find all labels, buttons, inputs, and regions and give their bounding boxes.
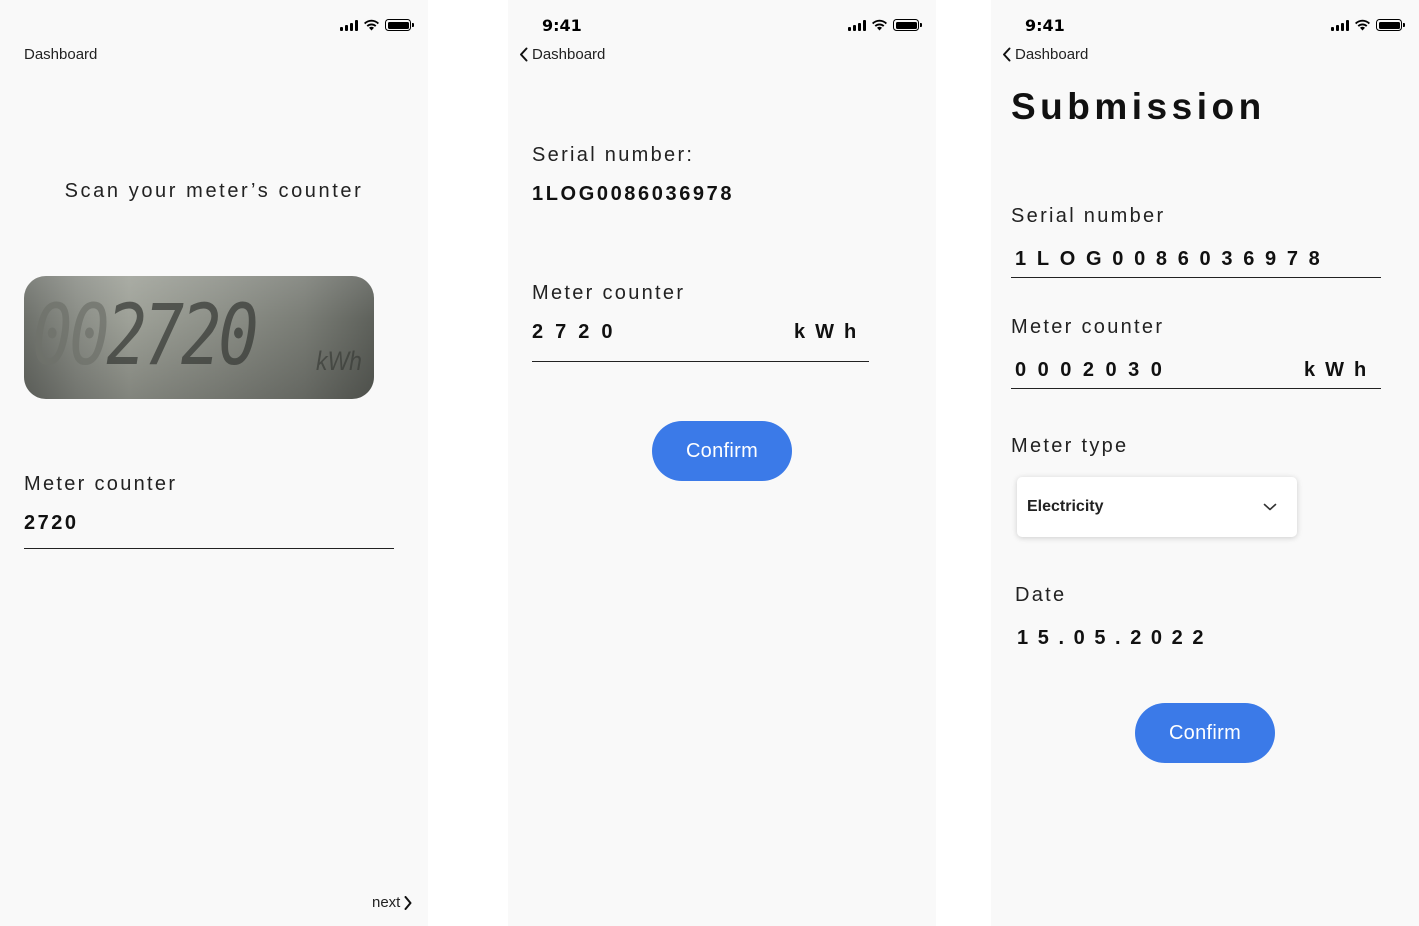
- confirm-screen: 9:41 Dashboard Serial number: 1LOG008603…: [508, 0, 936, 926]
- meter-counter-underline: [24, 548, 394, 549]
- meter-counter-label: Meter counter: [532, 282, 686, 304]
- dashboard-link-label: Dashboard: [24, 46, 98, 63]
- serial-number-underline: [1011, 277, 1381, 278]
- wifi-icon: [364, 19, 379, 31]
- meter-counter-label: Meter counter: [1011, 316, 1165, 338]
- serial-number-value: 1LOG0086036978: [532, 183, 735, 205]
- status-bar-icons: [340, 18, 414, 32]
- meter-type-selected: Electricity: [1027, 498, 1104, 515]
- dashboard-link[interactable]: Dashboard: [24, 46, 97, 63]
- meter-counter-value[interactable]: 2720: [532, 321, 625, 344]
- cellular-signal-icon: [1331, 19, 1349, 31]
- unit-label: kWh: [794, 321, 867, 343]
- dashboard-back-label: Dashboard: [1015, 46, 1089, 63]
- dashboard-back-link[interactable]: Dashboard: [519, 46, 605, 63]
- battery-icon: [1376, 19, 1405, 31]
- cellular-signal-icon: [848, 19, 866, 31]
- serial-number-label: Serial number: [1011, 205, 1166, 227]
- next-link-label: next: [372, 894, 401, 911]
- confirm-button[interactable]: Confirm: [652, 421, 792, 481]
- battery-icon: [385, 19, 414, 31]
- meter-counter-label: Meter counter: [24, 473, 178, 495]
- meter-counter-underline: [532, 361, 869, 362]
- page-title: Submission: [1011, 86, 1266, 127]
- meter-counter-underline: [1011, 388, 1381, 389]
- serial-number-label: Serial number:: [532, 144, 695, 166]
- battery-icon: [893, 19, 922, 31]
- date-label: Date: [1015, 584, 1067, 606]
- chevron-right-icon: [404, 895, 412, 910]
- chevron-left-icon: [1003, 47, 1011, 62]
- status-bar-icons: [848, 18, 922, 32]
- meter-photo[interactable]: 002720 kWh: [24, 276, 374, 399]
- cellular-signal-icon: [340, 19, 358, 31]
- meter-type-dropdown[interactable]: Electricity: [1017, 477, 1297, 537]
- dashboard-back-label: Dashboard: [532, 46, 606, 63]
- status-bar-icons: [1331, 18, 1405, 32]
- meter-photo-unit: kWh: [316, 346, 362, 376]
- wifi-icon: [1355, 19, 1370, 31]
- scan-screen: Dashboard Scan your meter’s counter 0027…: [0, 0, 428, 926]
- status-time: 9:41: [542, 16, 582, 35]
- date-value[interactable]: 15.05.2022: [1017, 627, 1213, 650]
- next-link[interactable]: next: [372, 894, 412, 911]
- chevron-down-icon: [1263, 503, 1277, 511]
- submission-screen: 9:41 Dashboard Submission Serial number …: [991, 0, 1419, 926]
- meter-counter-value[interactable]: 0002030: [1015, 359, 1173, 382]
- wifi-icon: [872, 19, 887, 31]
- status-time: 9:41: [1025, 16, 1065, 35]
- scan-title: Scan your meter’s counter: [64, 180, 364, 202]
- confirm-button[interactable]: Confirm: [1135, 703, 1275, 763]
- serial-number-value: 1LOG0086036978: [1015, 248, 1331, 270]
- unit-label: kWh: [1304, 359, 1377, 381]
- meter-counter-value[interactable]: 2720: [24, 512, 79, 535]
- meter-photo-digits: 002720: [32, 286, 259, 384]
- chevron-left-icon: [520, 47, 528, 62]
- meter-type-label: Meter type: [1011, 435, 1129, 457]
- dashboard-back-link[interactable]: Dashboard: [1002, 46, 1088, 63]
